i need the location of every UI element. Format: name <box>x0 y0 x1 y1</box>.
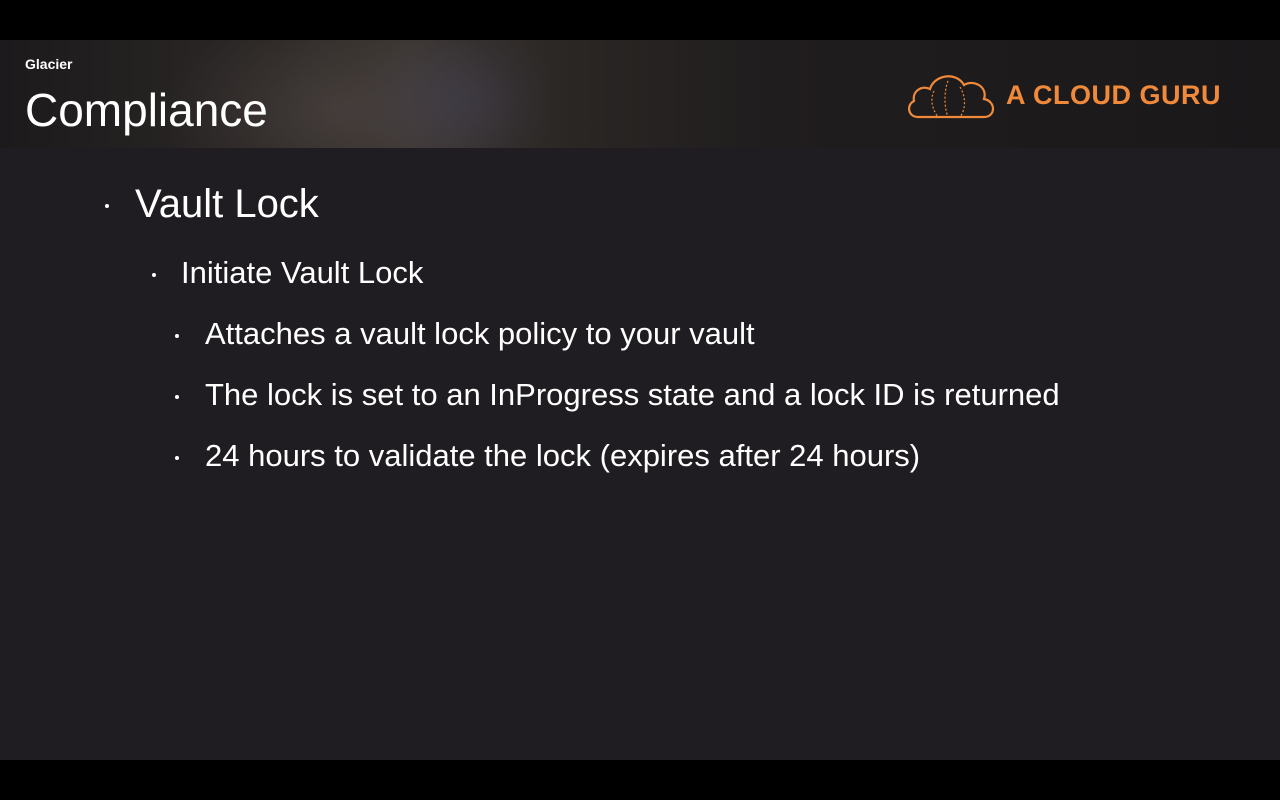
bullet-dot <box>105 204 109 208</box>
bullet-dot <box>152 273 156 277</box>
bullet-level3-item: 24 hours to validate the lock (expires a… <box>205 438 921 473</box>
brand-logo-text: A CLOUD GURU <box>1006 79 1221 110</box>
header-background-photo-detail <box>360 40 560 148</box>
bullet-level1: Vault Lock <box>135 182 319 226</box>
brand-logo: A CLOUD GURU <box>904 66 1244 124</box>
bullet-dot <box>175 395 179 399</box>
slide-title: Compliance <box>25 84 268 136</box>
letterbox-top <box>0 0 1280 40</box>
bullet-level2: Initiate Vault Lock <box>181 255 424 290</box>
slide: Glacier Compliance A CLOUD GURU Vault Lo… <box>0 40 1280 760</box>
bullet-dot <box>175 456 179 460</box>
bullet-level3-item: The lock is set to an InProgress state a… <box>205 377 1060 412</box>
bullet-dot <box>175 334 179 338</box>
cloud-icon <box>908 75 995 119</box>
slide-header: Glacier Compliance A CLOUD GURU <box>0 40 1280 148</box>
section-label: Glacier <box>25 56 73 72</box>
letterbox-bottom <box>0 760 1280 800</box>
bullet-level3-item: Attaches a vault lock policy to your vau… <box>205 316 755 351</box>
